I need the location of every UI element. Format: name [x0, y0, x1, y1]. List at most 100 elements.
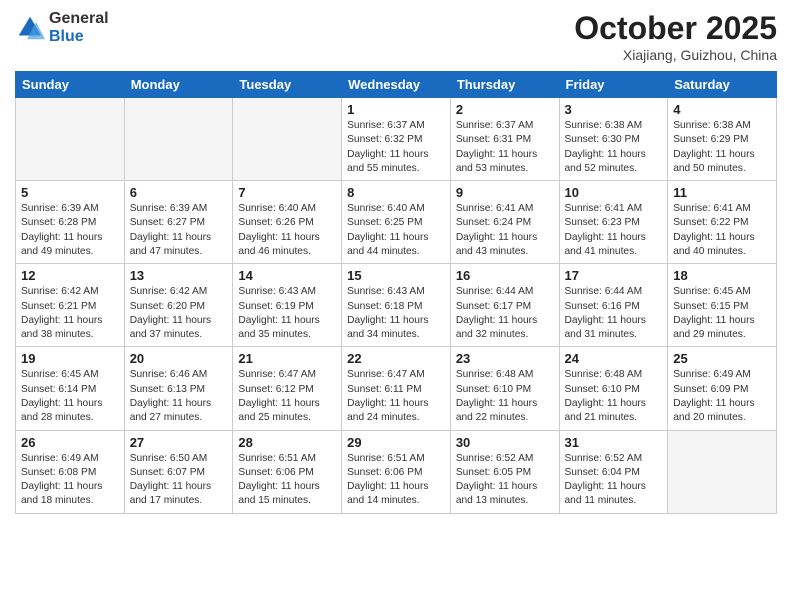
day-number: 17: [565, 268, 663, 283]
calendar-cell: 1 Sunrise: 6:37 AMSunset: 6:32 PMDaylight…: [342, 98, 451, 181]
calendar-cell: 10Sunrise: 6:41 AMSunset: 6:23 PMDayligh…: [559, 181, 668, 264]
logo-general-text: General: [49, 10, 109, 28]
day-number: 12: [21, 268, 119, 283]
calendar-header-wednesday: Wednesday: [342, 72, 451, 98]
calendar-cell: 22Sunrise: 6:47 AMSunset: 6:11 PMDayligh…: [342, 347, 451, 430]
calendar-cell: 9 Sunrise: 6:41 AMSunset: 6:24 PMDaylight…: [450, 181, 559, 264]
day-number: 26: [21, 435, 119, 450]
day-number: 18: [673, 268, 771, 283]
cell-info: Sunrise: 6:38 AMSunset: 6:30 PMDaylight:…: [565, 119, 663, 176]
cell-info: Sunrise: 6:52 AMSunset: 6:04 PMDaylight:…: [565, 452, 663, 509]
calendar-header-friday: Friday: [559, 72, 668, 98]
cell-info: Sunrise: 6:39 AMSunset: 6:28 PMDaylight:…: [21, 202, 119, 259]
cell-info: Sunrise: 6:41 AMSunset: 6:23 PMDaylight:…: [565, 202, 663, 259]
logo-blue-text: Blue: [49, 28, 109, 46]
cell-info: Sunrise: 6:42 AMSunset: 6:20 PMDaylight:…: [130, 285, 228, 342]
cell-info: Sunrise: 6:46 AMSunset: 6:13 PMDaylight:…: [130, 368, 228, 425]
day-number: 22: [347, 351, 445, 366]
calendar-cell: 24Sunrise: 6:48 AMSunset: 6:10 PMDayligh…: [559, 347, 668, 430]
calendar-cell: 12Sunrise: 6:42 AMSunset: 6:21 PMDayligh…: [16, 264, 125, 347]
day-number: 15: [347, 268, 445, 283]
calendar-table: SundayMondayTuesdayWednesdayThursdayFrid…: [15, 71, 777, 514]
calendar-cell: [233, 98, 342, 181]
calendar-header-tuesday: Tuesday: [233, 72, 342, 98]
calendar-cell: 30Sunrise: 6:52 AMSunset: 6:05 PMDayligh…: [450, 430, 559, 513]
cell-info: Sunrise: 6:49 AMSunset: 6:09 PMDaylight:…: [673, 368, 771, 425]
day-number: 9: [456, 185, 554, 200]
calendar-cell: [16, 98, 125, 181]
calendar-cell: 14 Sunrise: 6:43 AMSunset: 6:19 PMDayligh…: [233, 264, 342, 347]
title-block: October 2025 Xiajiang, Guizhou, China: [574, 10, 777, 63]
page: General Blue October 2025 Xiajiang, Guiz…: [0, 0, 792, 612]
cell-info: Sunrise: 6:45 AMSunset: 6:15 PMDaylight:…: [673, 285, 771, 342]
month-title: October 2025: [574, 10, 777, 47]
day-number: 8: [347, 185, 445, 200]
day-number: 6: [130, 185, 228, 200]
day-number: 28: [238, 435, 336, 450]
cell-info: Sunrise: 6:45 AMSunset: 6:14 PMDaylight:…: [21, 368, 119, 425]
day-number: 14: [238, 268, 336, 283]
day-number: 3: [565, 102, 663, 117]
cell-info: Sunrise: 6:37 AMSunset: 6:31 PMDaylight:…: [456, 119, 554, 176]
calendar-header-monday: Monday: [124, 72, 233, 98]
calendar-cell: 5 Sunrise: 6:39 AMSunset: 6:28 PMDaylight…: [16, 181, 125, 264]
cell-info: Sunrise: 6:48 AMSunset: 6:10 PMDaylight:…: [456, 368, 554, 425]
cell-info: Sunrise: 6:40 AMSunset: 6:25 PMDaylight:…: [347, 202, 445, 259]
calendar-cell: 8 Sunrise: 6:40 AMSunset: 6:25 PMDaylight…: [342, 181, 451, 264]
calendar-header-sunday: Sunday: [16, 72, 125, 98]
day-number: 7: [238, 185, 336, 200]
cell-info: Sunrise: 6:43 AMSunset: 6:19 PMDaylight:…: [238, 285, 336, 342]
cell-info: Sunrise: 6:44 AMSunset: 6:17 PMDaylight:…: [456, 285, 554, 342]
calendar-cell: 16 Sunrise: 6:44 AMSunset: 6:17 PMDayligh…: [450, 264, 559, 347]
calendar-week-row: 12Sunrise: 6:42 AMSunset: 6:21 PMDayligh…: [16, 264, 777, 347]
cell-info: Sunrise: 6:38 AMSunset: 6:29 PMDaylight:…: [673, 119, 771, 176]
calendar-cell: 7 Sunrise: 6:40 AMSunset: 6:26 PMDaylight…: [233, 181, 342, 264]
cell-info: Sunrise: 6:47 AMSunset: 6:12 PMDaylight:…: [238, 368, 336, 425]
header: General Blue October 2025 Xiajiang, Guiz…: [15, 10, 777, 63]
location: Xiajiang, Guizhou, China: [574, 47, 777, 63]
calendar-header-thursday: Thursday: [450, 72, 559, 98]
cell-info: Sunrise: 6:49 AMSunset: 6:08 PMDaylight:…: [21, 452, 119, 509]
calendar-cell: 25 Sunrise: 6:49 AMSunset: 6:09 PMDayligh…: [668, 347, 777, 430]
calendar-cell: 23 Sunrise: 6:48 AMSunset: 6:10 PMDayligh…: [450, 347, 559, 430]
logo: General Blue: [15, 10, 109, 45]
calendar-cell: 21 Sunrise: 6:47 AMSunset: 6:12 PMDayligh…: [233, 347, 342, 430]
day-number: 23: [456, 351, 554, 366]
calendar-cell: 13 Sunrise: 6:42 AMSunset: 6:20 PMDayligh…: [124, 264, 233, 347]
day-number: 27: [130, 435, 228, 450]
day-number: 16: [456, 268, 554, 283]
day-number: 4: [673, 102, 771, 117]
calendar-header-row: SundayMondayTuesdayWednesdayThursdayFrid…: [16, 72, 777, 98]
calendar-cell: 26 Sunrise: 6:49 AMSunset: 6:08 PMDayligh…: [16, 430, 125, 513]
day-number: 19: [21, 351, 119, 366]
day-number: 2: [456, 102, 554, 117]
cell-info: Sunrise: 6:48 AMSunset: 6:10 PMDaylight:…: [565, 368, 663, 425]
calendar-cell: 19 Sunrise: 6:45 AMSunset: 6:14 PMDayligh…: [16, 347, 125, 430]
calendar-cell: 31Sunrise: 6:52 AMSunset: 6:04 PMDayligh…: [559, 430, 668, 513]
cell-info: Sunrise: 6:41 AMSunset: 6:24 PMDaylight:…: [456, 202, 554, 259]
calendar-week-row: 19 Sunrise: 6:45 AMSunset: 6:14 PMDayligh…: [16, 347, 777, 430]
calendar-cell: 29Sunrise: 6:51 AMSunset: 6:06 PMDayligh…: [342, 430, 451, 513]
day-number: 5: [21, 185, 119, 200]
day-number: 21: [238, 351, 336, 366]
cell-info: Sunrise: 6:51 AMSunset: 6:06 PMDaylight:…: [238, 452, 336, 509]
day-number: 25: [673, 351, 771, 366]
cell-info: Sunrise: 6:40 AMSunset: 6:26 PMDaylight:…: [238, 202, 336, 259]
calendar-cell: 15Sunrise: 6:43 AMSunset: 6:18 PMDayligh…: [342, 264, 451, 347]
day-number: 30: [456, 435, 554, 450]
calendar-cell: 28 Sunrise: 6:51 AMSunset: 6:06 PMDayligh…: [233, 430, 342, 513]
calendar-cell: 27Sunrise: 6:50 AMSunset: 6:07 PMDayligh…: [124, 430, 233, 513]
day-number: 1: [347, 102, 445, 117]
calendar-cell: 3 Sunrise: 6:38 AMSunset: 6:30 PMDaylight…: [559, 98, 668, 181]
calendar-cell: 18 Sunrise: 6:45 AMSunset: 6:15 PMDayligh…: [668, 264, 777, 347]
calendar-cell: 20Sunrise: 6:46 AMSunset: 6:13 PMDayligh…: [124, 347, 233, 430]
day-number: 13: [130, 268, 228, 283]
logo-icon: [15, 13, 45, 43]
calendar-cell: 6Sunrise: 6:39 AMSunset: 6:27 PMDaylight…: [124, 181, 233, 264]
day-number: 11: [673, 185, 771, 200]
calendar-week-row: 1 Sunrise: 6:37 AMSunset: 6:32 PMDaylight…: [16, 98, 777, 181]
cell-info: Sunrise: 6:37 AMSunset: 6:32 PMDaylight:…: [347, 119, 445, 176]
cell-info: Sunrise: 6:44 AMSunset: 6:16 PMDaylight:…: [565, 285, 663, 342]
calendar-cell: 2 Sunrise: 6:37 AMSunset: 6:31 PMDaylight…: [450, 98, 559, 181]
calendar-cell: 17 Sunrise: 6:44 AMSunset: 6:16 PMDayligh…: [559, 264, 668, 347]
